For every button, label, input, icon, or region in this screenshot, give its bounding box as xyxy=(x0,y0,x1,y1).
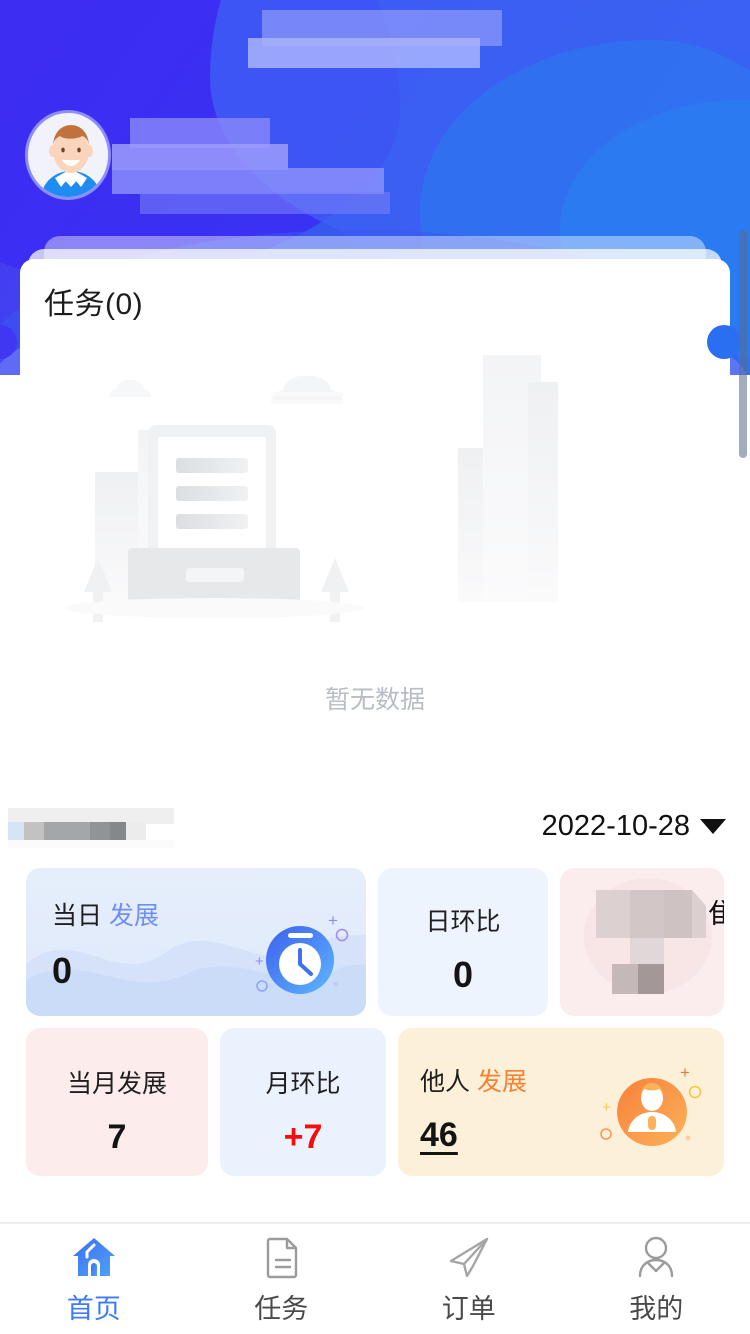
stat-card-month-development[interactable]: 当月发展 7 xyxy=(26,1028,208,1176)
stat-card-others-development[interactable]: 他人 发展 46 + + xyxy=(398,1028,724,1176)
stats-row-1: 当日 发展 0 + + 日环比 0 隹 xyxy=(0,868,750,1016)
home-icon xyxy=(72,1237,115,1276)
tab-orders[interactable]: 订单 xyxy=(375,1224,563,1334)
stat-label-today-dark: 当日 xyxy=(52,902,103,930)
stat-label-other-dark: 他人 xyxy=(420,1068,471,1096)
empty-state: 暂无数据 xyxy=(20,330,730,760)
censored-section-title xyxy=(8,804,174,850)
empty-state-text: 暂无数据 xyxy=(324,686,425,714)
stat-label-other: 他人 发展 xyxy=(420,1062,527,1098)
date-picker-value: 2022-10-28 xyxy=(541,810,690,842)
censored-header-line-4 xyxy=(140,192,390,214)
tab-label-home: 首页 xyxy=(66,1293,121,1324)
stat-label-daily: 日环比 xyxy=(425,908,501,936)
tab-home[interactable]: 首页 xyxy=(0,1224,188,1334)
svg-text:隹: 隹 xyxy=(708,899,724,929)
person-icon xyxy=(639,1236,674,1277)
avatar[interactable] xyxy=(25,110,111,200)
stat-card-daily-change[interactable]: 日环比 0 xyxy=(378,868,548,1016)
app-root: 任务(0) 暂无数据 2022-10-28 当日 发展 0 + + 日环比 0 … xyxy=(0,0,750,1334)
censored-card-content: 隹 xyxy=(584,878,724,994)
tab-label-orders: 订单 xyxy=(441,1293,496,1324)
paper-plane-icon xyxy=(449,1237,488,1277)
censored-header-line-2 xyxy=(112,144,288,170)
stopwatch-icon: + + xyxy=(255,911,349,994)
tab-label-profile: 我的 xyxy=(629,1293,684,1324)
chevron-down-icon xyxy=(700,819,726,834)
svg-text:+: + xyxy=(680,1063,690,1082)
stat-label-today-accent: 发展 xyxy=(108,902,159,930)
svg-text:+: + xyxy=(328,911,338,930)
stat-label-today: 当日 发展 xyxy=(52,896,159,932)
document-icon xyxy=(267,1237,298,1278)
stats-section: 2022-10-28 当日 发展 0 + + 日环比 0 隹 当月发展 7 月环… xyxy=(0,790,750,1188)
svg-text:+: + xyxy=(602,1099,611,1116)
person-badge-icon: + + xyxy=(600,1063,702,1146)
tab-profile[interactable]: 我的 xyxy=(563,1224,750,1334)
stats-row-2: 当月发展 7 月环比 +7 他人 发展 46 + + xyxy=(0,1028,750,1176)
stat-label-month: 当月发展 xyxy=(66,1070,167,1098)
date-picker[interactable]: 2022-10-28 xyxy=(542,810,726,843)
tab-label-tasks: 任务 xyxy=(254,1293,309,1324)
stat-card-today-development[interactable]: 当日 发展 0 + + xyxy=(26,868,366,1016)
bottom-tabbar: 首页 任务 订单 我的 xyxy=(0,1222,750,1334)
stat-value-month: 7 xyxy=(107,1118,127,1156)
svg-text:+: + xyxy=(255,953,264,970)
stat-value-today: 0 xyxy=(52,950,73,991)
stats-header: 2022-10-28 xyxy=(0,790,750,868)
stat-card-censored[interactable]: 隹 xyxy=(560,868,724,1016)
no-data-illustration xyxy=(64,355,558,622)
tab-tasks[interactable]: 任务 xyxy=(188,1224,376,1334)
task-card-title: 任务(0) xyxy=(44,288,144,321)
stat-card-month-over-month[interactable]: 月环比 +7 xyxy=(220,1028,386,1176)
stat-label-mom: 月环比 xyxy=(265,1070,341,1098)
censored-header-title-2 xyxy=(248,38,480,68)
stat-value-daily: 0 xyxy=(452,954,474,995)
page-scrollbar[interactable] xyxy=(739,230,747,458)
stat-value-mom: +7 xyxy=(283,1118,323,1156)
stat-value-other: 46 xyxy=(420,1116,458,1154)
censored-header-line-3 xyxy=(112,168,384,194)
stat-label-other-accent: 发展 xyxy=(476,1068,527,1096)
